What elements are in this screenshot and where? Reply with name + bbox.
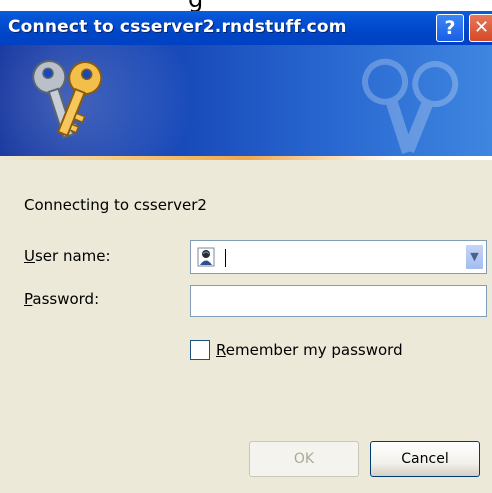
close-button[interactable]: ✕	[469, 14, 492, 42]
user-name-combobox[interactable]: ▼	[190, 240, 487, 274]
help-icon: ?	[444, 17, 456, 39]
user-name-dropdown-button[interactable]: ▼	[465, 244, 484, 270]
text-caret	[225, 249, 226, 267]
title-bar[interactable]: Connect to csserver2.rndstuff.com ? ✕	[0, 11, 492, 45]
user-name-label: User name:	[24, 247, 111, 265]
remember-password-checkbox[interactable]	[190, 340, 210, 360]
connect-dialog: Connect to csserver2.rndstuff.com ? ✕ Co…	[0, 11, 492, 493]
remember-password-label[interactable]: Remember my password	[216, 341, 403, 359]
dialog-body: Connecting to csserver2 User name: ▼ Pas…	[0, 160, 492, 493]
dialog-title: Connect to csserver2.rndstuff.com	[8, 17, 347, 37]
ok-button[interactable]: OK	[249, 441, 359, 477]
chevron-down-icon: ▼	[470, 250, 479, 263]
banner	[0, 45, 492, 160]
keys-icon	[32, 60, 103, 139]
password-field[interactable]	[190, 285, 487, 317]
close-icon: ✕	[473, 17, 490, 38]
cancel-button[interactable]: Cancel	[370, 441, 480, 477]
connecting-message: Connecting to csserver2	[24, 196, 207, 214]
password-label: Password:	[24, 290, 100, 308]
keys-watermark-icon	[362, 58, 459, 155]
background-text-fragment: g	[188, 0, 203, 11]
user-icon	[197, 247, 215, 267]
help-button[interactable]: ?	[436, 14, 464, 42]
